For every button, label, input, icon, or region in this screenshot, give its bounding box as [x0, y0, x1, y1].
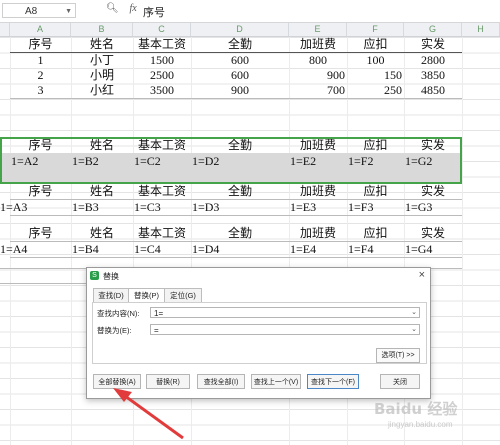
watermark: Baidu 经验	[374, 400, 458, 418]
watermark-sub: jingyan.baidu.com	[388, 420, 453, 429]
annotation-arrow-icon	[113, 388, 184, 440]
